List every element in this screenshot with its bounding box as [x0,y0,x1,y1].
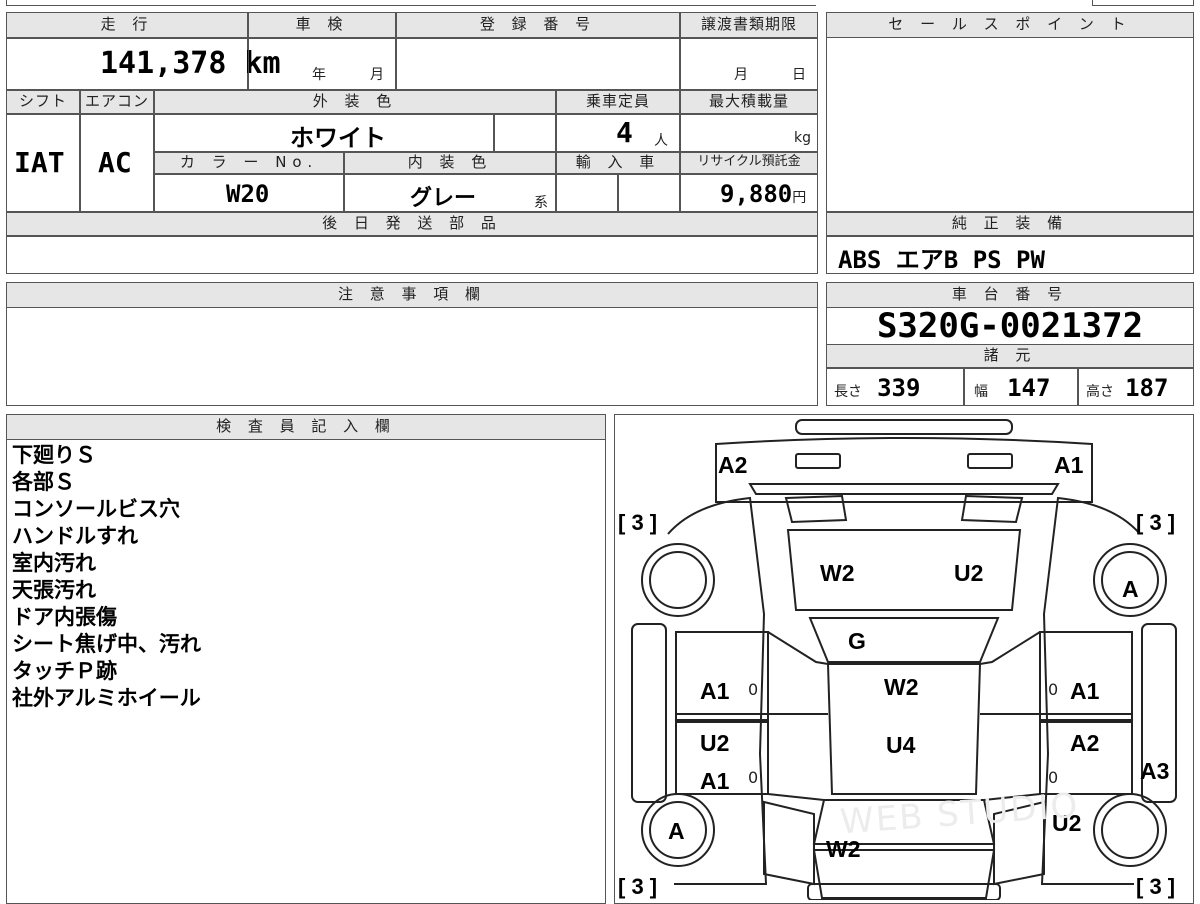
transfer-deadline-header: 譲渡書類期限 [680,12,818,38]
max-load-unit: kg [794,130,811,146]
mileage-number: 141,378 [100,46,227,81]
inspector-note: タッチＰ跡 [12,659,117,683]
height-value: 187 [1125,374,1169,402]
later-parts-cell [6,236,818,274]
inspection-month: 月 [370,67,384,83]
later-parts-header: 後 日 発 送 部 品 [6,212,818,236]
chassis-value: S320G-0021372 [876,306,1144,346]
inspector-note: 社外アルミホイール [12,686,201,710]
inspector-header: 検 査 員 記 入 欄 [6,414,606,440]
left-front-door-mark: A1 [700,678,730,704]
registration-cell [396,38,680,90]
rear-left-wheel-mark: A [668,818,685,844]
width-label: 幅 [974,384,988,400]
recycle-value: 9,880円 [720,180,806,208]
sales-point-header: セ ー ル ス ポ イ ン ト [826,12,1194,38]
inspector-note: 室内汚れ [12,551,96,575]
mileage-header: 走 行 [6,12,248,38]
shift-value: IAT [14,146,65,179]
bracket-top-right: [ 3 ] [1136,510,1176,535]
recycle-unit: 円 [792,190,807,206]
hood-mark-u2: U2 [954,560,984,586]
dimensions-header: 諸 元 [826,344,1194,368]
roof-mark-w2: W2 [884,674,919,700]
chassis-header: 車 台 番 号 [826,282,1194,308]
capacity-header: 乗車定員 [556,90,680,114]
right-rear-door-mark: A2 [1070,730,1100,756]
inspection-year: 年 [312,67,326,83]
right-front-door-mark: A1 [1070,678,1100,704]
height-field: 高さ 187 [1086,374,1168,402]
equipment-value: ABS エアB PS PW [838,246,1045,274]
ac-value: AC [98,146,132,179]
inspector-note: ハンドルすれ [12,524,138,548]
length-label: 長さ [834,384,862,400]
inspector-note: コンソールビス穴 [12,497,180,521]
sales-point-box [826,12,1194,212]
color-no-value: W20 [226,180,270,208]
inspection-header: 車 検 [248,12,396,38]
bracket-bottom-left: [ 3 ] [618,874,658,899]
zero-mark: 0 [748,680,759,699]
bracket-top-left: [ 3 ] [618,510,658,535]
inspector-notes-list: 下廻りＳ 各部Ｓ コンソールビス穴 ハンドルすれ 室内汚れ 天張汚れ ドア内張傷… [12,442,201,712]
left-rear-door-mark-u2: U2 [700,730,730,756]
zero-mark: 0 [1048,680,1059,699]
interior-color-header: 内 装 色 [344,152,556,174]
inspector-note: 下廻りＳ [12,443,96,467]
transfer-day: 日 [792,67,806,83]
width-value: 147 [1007,374,1051,402]
exterior-color-header: 外 装 色 [154,90,556,114]
length-field: 長さ 339 [834,374,920,402]
import-header: 輸 入 車 [556,152,680,174]
shift-header: シフト [6,90,80,114]
import-cell-1 [556,174,618,212]
roof-mark-u4: U4 [886,732,916,758]
registration-header: 登 録 番 号 [396,12,680,38]
hood-mark-w2: W2 [820,560,855,586]
width-field: 幅 147 [974,374,1050,402]
exterior-color-extra-cell [494,114,556,152]
capacity-value: 4 [616,116,633,149]
max-load-header: 最大積載量 [680,90,818,114]
inspector-note: ドア内張傷 [12,605,117,629]
equipment-header: 純 正 装 備 [826,212,1194,236]
bracket-bottom-right: [ 3 ] [1136,874,1176,899]
right-rear-side-mark: A3 [1140,758,1170,784]
inspector-note: シート焦げ中、汚れ [12,632,201,656]
front-right-mark: A1 [1054,452,1084,478]
import-cell-2 [618,174,680,212]
transfer-month: 月 [734,67,748,83]
recycle-header: リサイクル預託金 [680,152,818,174]
top-edge-strip-right [1092,0,1194,6]
cowl-mark-g: G [848,628,866,654]
front-right-wheel-mark: A [1122,576,1139,602]
interior-color-unit: 系 [534,195,548,211]
length-value: 339 [877,374,921,402]
top-edge-strip [6,0,816,6]
inspector-note: 天張汚れ [12,578,96,602]
height-label: 高さ [1086,384,1114,400]
recycle-amount: 9,880 [720,180,793,208]
interior-color-value: グレー [410,186,477,211]
color-no-header: カ ラ ー No. [154,152,344,174]
inspector-note: 各部Ｓ [12,470,75,494]
exterior-color-value: ホワイト [290,124,386,152]
zero-mark: 0 [748,768,759,787]
left-rear-door-mark-a1: A1 [700,768,730,794]
ac-header: エアコン [80,90,154,114]
zero-mark: 0 [1048,768,1059,787]
front-left-mark: A2 [718,452,748,478]
notes-header: 注 意 事 項 欄 [6,282,818,308]
capacity-unit: 人 [654,133,668,149]
